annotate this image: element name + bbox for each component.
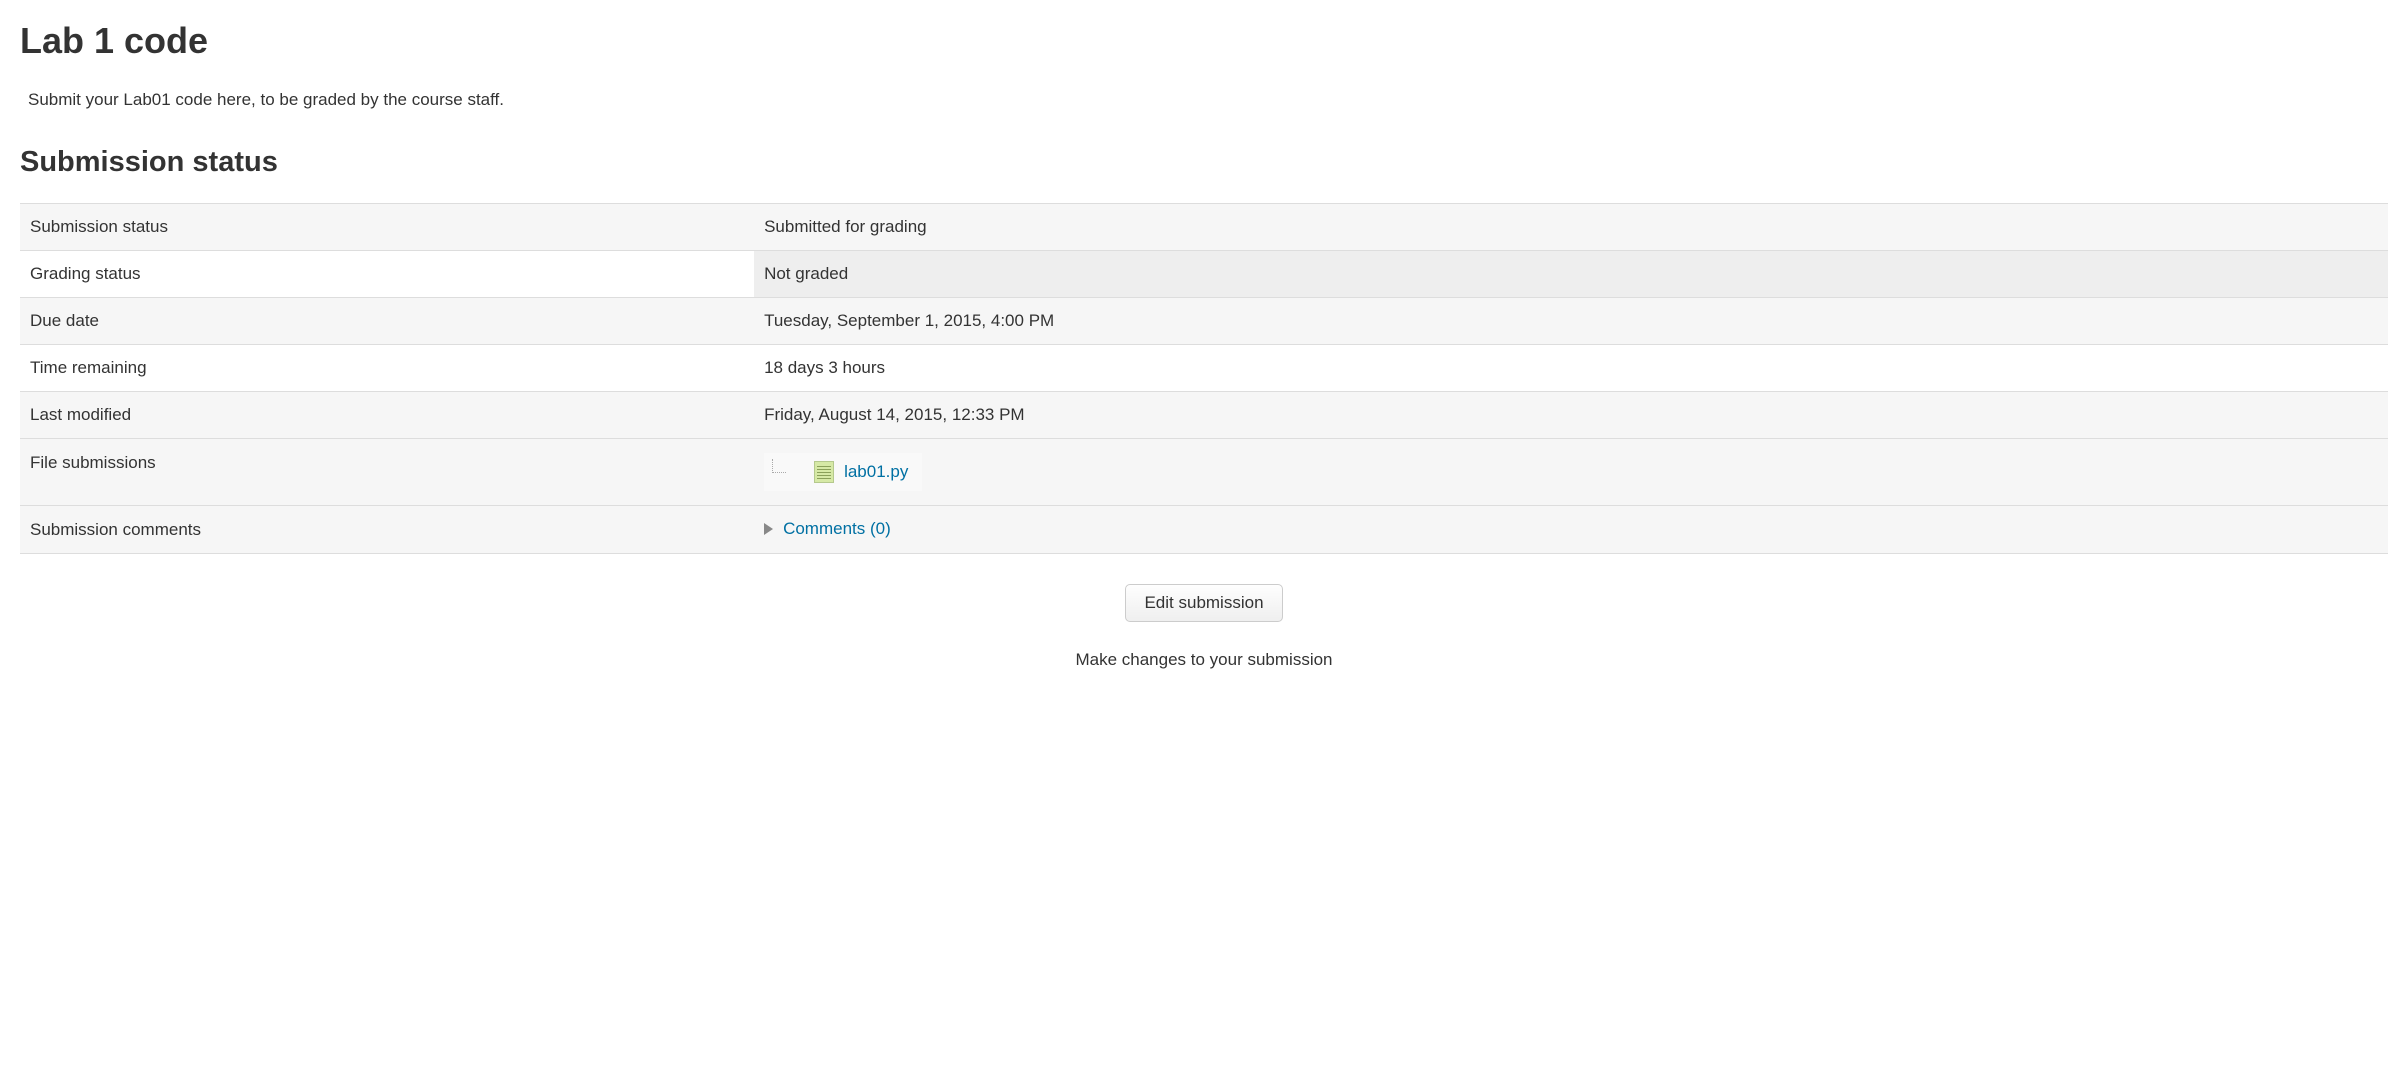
label-grading-status: Grading status (20, 251, 754, 298)
value-submission-status: Submitted for grading (754, 204, 2388, 251)
comments-link-text: Comments (0) (783, 519, 891, 539)
tree-indicator-icon (772, 459, 786, 473)
label-due-date: Due date (20, 298, 754, 345)
row-time-remaining: Time remaining 18 days 3 hours (20, 345, 2388, 392)
file-link[interactable]: lab01.py (844, 462, 908, 482)
submission-status-table: Submission status Submitted for grading … (20, 203, 2388, 554)
row-submission-status: Submission status Submitted for grading (20, 204, 2388, 251)
label-time-remaining: Time remaining (20, 345, 754, 392)
label-last-modified: Last modified (20, 392, 754, 439)
file-icon (814, 461, 834, 483)
value-grading-status: Not graded (754, 251, 2388, 298)
value-due-date: Tuesday, September 1, 2015, 4:00 PM (754, 298, 2388, 345)
value-file-submissions: lab01.py (754, 439, 2388, 506)
row-last-modified: Last modified Friday, August 14, 2015, 1… (20, 392, 2388, 439)
comments-toggle[interactable]: Comments (0) (764, 519, 891, 539)
label-submission-status: Submission status (20, 204, 754, 251)
edit-submission-hint: Make changes to your submission (20, 650, 2388, 670)
row-file-submissions: File submissions lab01.py (20, 439, 2388, 506)
row-due-date: Due date Tuesday, September 1, 2015, 4:0… (20, 298, 2388, 345)
file-item: lab01.py (764, 453, 922, 491)
edit-submission-button[interactable]: Edit submission (1125, 584, 1282, 622)
value-submission-comments: Comments (0) (754, 506, 2388, 554)
value-last-modified: Friday, August 14, 2015, 12:33 PM (754, 392, 2388, 439)
section-title-submission-status: Submission status (20, 146, 2388, 179)
row-grading-status: Grading status Not graded (20, 251, 2388, 298)
page-title: Lab 1 code (20, 20, 2388, 62)
row-submission-comments: Submission comments Comments (0) (20, 506, 2388, 554)
label-file-submissions: File submissions (20, 439, 754, 506)
page-description: Submit your Lab01 code here, to be grade… (28, 90, 2388, 110)
action-button-row: Edit submission (20, 584, 2388, 622)
value-time-remaining: 18 days 3 hours (754, 345, 2388, 392)
label-submission-comments: Submission comments (20, 506, 754, 554)
disclosure-right-icon (764, 523, 773, 535)
